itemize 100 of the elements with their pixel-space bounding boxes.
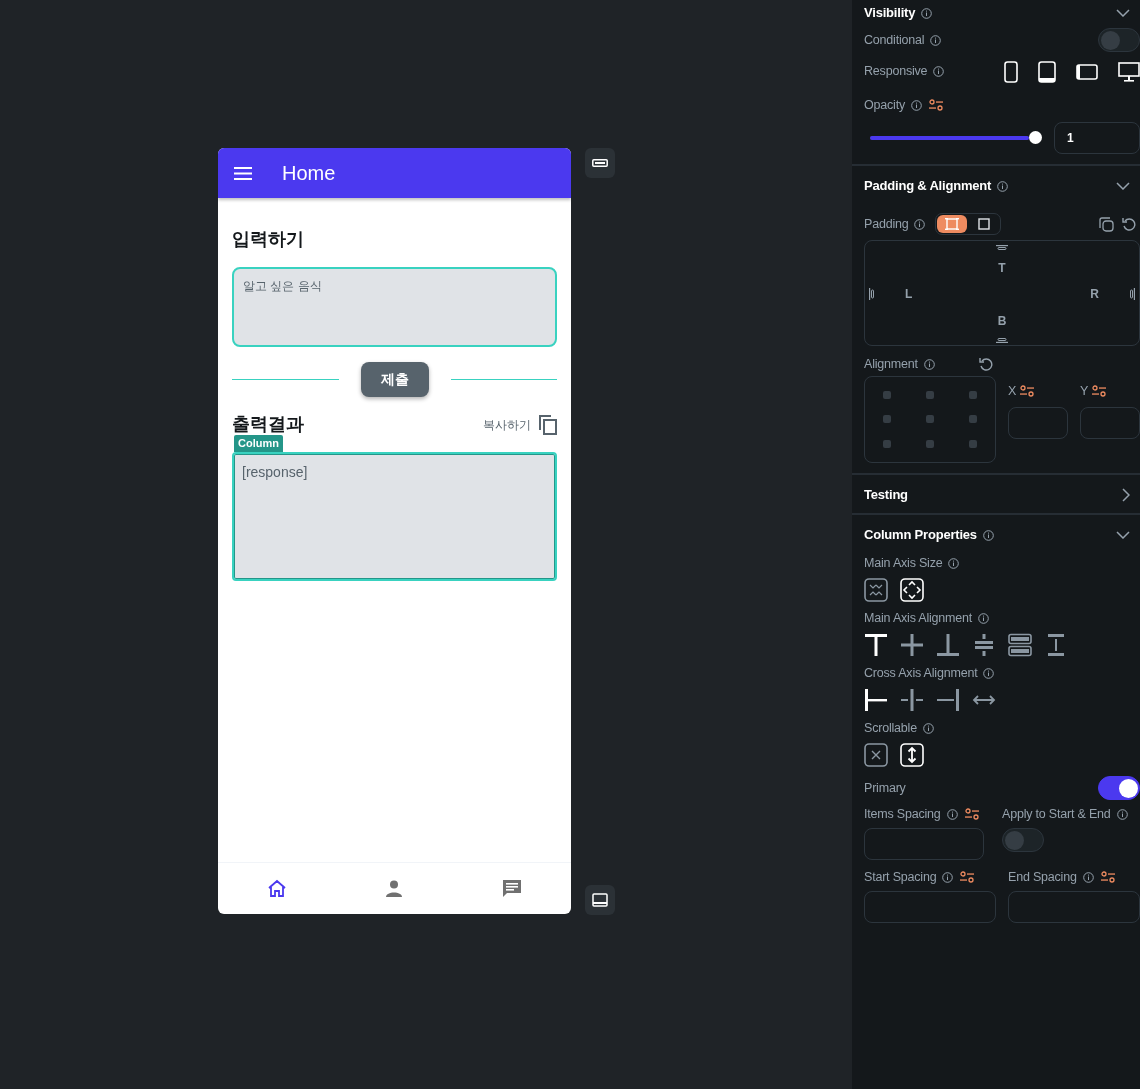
padding-label: R bbox=[1090, 286, 1099, 303]
number-input[interactable] bbox=[1080, 406, 1140, 439]
side-button[interactable] bbox=[585, 885, 615, 915]
copy-icon[interactable] bbox=[1099, 216, 1114, 232]
device-landscape-icon[interactable] bbox=[1076, 63, 1098, 80]
variable-icon[interactable] bbox=[960, 871, 975, 884]
info-icon bbox=[942, 871, 954, 883]
align-center-icon[interactable] bbox=[900, 688, 924, 712]
align-space-between-icon[interactable] bbox=[1008, 633, 1032, 657]
toggle-switch[interactable] bbox=[1098, 776, 1140, 800]
field-label: Start Spacing bbox=[864, 868, 937, 886]
slider-thumb[interactable] bbox=[1029, 131, 1042, 144]
variable-icon[interactable] bbox=[1100, 871, 1115, 884]
field-label: Y bbox=[1080, 383, 1089, 400]
info-icon bbox=[1082, 871, 1094, 883]
padding-label: T bbox=[998, 259, 1006, 277]
padding-bottom-icon bbox=[996, 338, 1008, 343]
number-input[interactable] bbox=[864, 890, 996, 923]
field-label: Responsive bbox=[864, 63, 928, 81]
align-end-icon[interactable] bbox=[936, 688, 960, 712]
field-label: Apply to Start & End bbox=[1002, 806, 1111, 823]
field-label: Padding bbox=[864, 215, 909, 233]
section-heading: 입력하기 bbox=[232, 228, 305, 251]
person-icon[interactable] bbox=[384, 878, 405, 899]
variable-icon[interactable] bbox=[1092, 385, 1107, 398]
section-title: Visibility bbox=[864, 4, 916, 23]
chevron-down-icon[interactable] bbox=[1116, 531, 1130, 539]
bar-icon bbox=[592, 159, 608, 167]
padding-label: B bbox=[997, 312, 1007, 330]
info-icon bbox=[997, 180, 1009, 192]
toggle-switch[interactable] bbox=[1098, 28, 1140, 52]
copy-link[interactable]: 복사하기 bbox=[483, 415, 531, 434]
segmented-control[interactable] bbox=[935, 213, 1002, 235]
align-end-icon[interactable] bbox=[936, 633, 960, 657]
selection-tag: Column bbox=[234, 435, 283, 452]
input-field[interactable]: 알고 싶은 음식 bbox=[232, 267, 557, 347]
field-label: Primary bbox=[864, 779, 906, 797]
monitor-icon[interactable] bbox=[1118, 61, 1140, 82]
opacity-input[interactable]: 1 bbox=[1054, 122, 1140, 154]
align-center-icon[interactable] bbox=[900, 633, 924, 657]
info-icon bbox=[1116, 808, 1128, 820]
section-heading: 출력결과 bbox=[232, 413, 304, 436]
chevron-right-icon[interactable] bbox=[1122, 488, 1130, 502]
field-label: Main Axis Size bbox=[864, 554, 943, 572]
field-label: Cross Axis Alignment bbox=[864, 664, 978, 682]
variable-icon[interactable] bbox=[964, 808, 979, 821]
app-title: Home bbox=[282, 161, 336, 186]
copy-icon[interactable] bbox=[539, 414, 557, 435]
submit-button[interactable]: 제출 bbox=[360, 362, 429, 397]
reset-icon[interactable] bbox=[1122, 217, 1136, 231]
field-label: Opacity bbox=[864, 96, 905, 114]
padding-right-icon bbox=[1130, 288, 1135, 300]
section-title: Testing bbox=[864, 486, 908, 505]
info-icon bbox=[948, 557, 960, 569]
padding-mode-button[interactable] bbox=[937, 215, 968, 233]
variable-icon[interactable] bbox=[1020, 385, 1035, 398]
chevron-down-icon[interactable] bbox=[1116, 9, 1130, 17]
info-icon bbox=[982, 529, 994, 541]
info-icon bbox=[914, 218, 926, 230]
side-button[interactable] bbox=[585, 148, 615, 178]
shrink-icon[interactable] bbox=[864, 578, 888, 602]
variable-icon[interactable] bbox=[929, 99, 943, 111]
field-label: Conditional bbox=[864, 31, 925, 49]
home-icon[interactable] bbox=[266, 878, 287, 899]
info-icon bbox=[923, 358, 935, 370]
padding-left-icon bbox=[869, 288, 874, 300]
info-icon bbox=[922, 722, 934, 734]
section-title: Padding & Alignment bbox=[864, 177, 992, 196]
number-input[interactable] bbox=[1008, 406, 1068, 439]
chevron-down-icon[interactable] bbox=[1116, 182, 1130, 190]
info-icon bbox=[933, 66, 945, 77]
number-input[interactable] bbox=[1008, 890, 1140, 923]
align-space-evenly-icon[interactable] bbox=[972, 633, 996, 657]
device-tablet-icon[interactable] bbox=[1038, 60, 1056, 83]
field-label: Items Spacing bbox=[864, 806, 941, 823]
field-label: X bbox=[1008, 383, 1017, 400]
field-label: End Spacing bbox=[1008, 868, 1077, 886]
slider-fill[interactable] bbox=[870, 136, 1029, 140]
expand-icon[interactable] bbox=[900, 578, 924, 602]
info-icon bbox=[946, 808, 958, 820]
number-input[interactable] bbox=[864, 827, 984, 860]
field-label: Main Axis Alignment bbox=[864, 609, 973, 627]
device-phone-icon[interactable] bbox=[1004, 60, 1018, 83]
align-start-icon[interactable] bbox=[864, 688, 888, 712]
menu-icon[interactable] bbox=[234, 166, 252, 180]
info-icon bbox=[978, 612, 990, 624]
vertical-arrows-icon[interactable] bbox=[900, 743, 924, 767]
close-icon[interactable] bbox=[864, 743, 888, 767]
panel-icon bbox=[592, 893, 608, 907]
reset-icon[interactable] bbox=[978, 357, 993, 371]
field-label: Scrollable bbox=[864, 719, 917, 737]
padding-label: L bbox=[905, 286, 913, 303]
field-label: Alignment bbox=[864, 355, 918, 373]
padding-top-icon bbox=[996, 245, 1008, 250]
chat-icon[interactable] bbox=[502, 878, 523, 899]
info-icon bbox=[911, 99, 922, 111]
align-start-icon[interactable] bbox=[864, 633, 888, 657]
toggle-switch[interactable] bbox=[1002, 827, 1044, 852]
section-title: Column Properties bbox=[864, 526, 977, 545]
info-icon bbox=[921, 7, 933, 19]
